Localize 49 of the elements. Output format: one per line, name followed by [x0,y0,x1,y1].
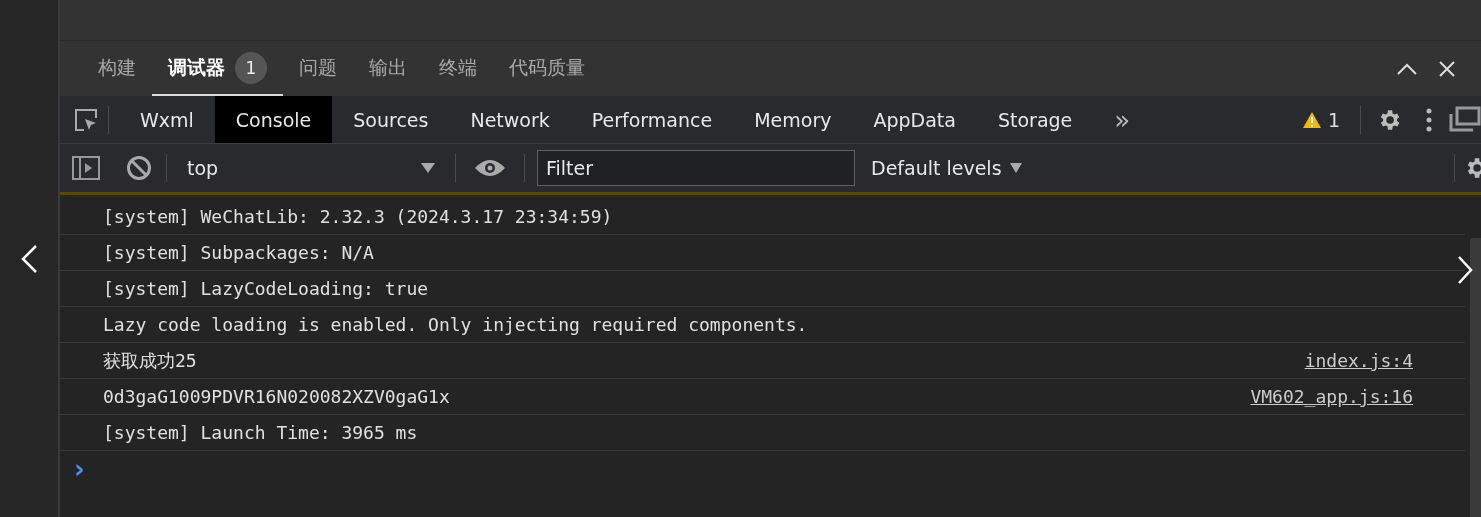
prompt-icon[interactable]: › [74,454,85,484]
devtools-tab[interactable]: Memory [733,96,853,143]
clear-console-icon[interactable] [126,155,152,181]
tab-label: 构建 [98,54,136,80]
devtools-tab[interactable]: Console [214,96,333,143]
log-message: 获取成功25 [103,348,198,373]
panel-tab[interactable]: 终端 [423,41,493,96]
log-message: [system] WeChatLib: 2.32.3 (2024.3.17 23:34:59) [103,206,614,227]
context-select[interactable]: top [175,157,447,179]
panel-tab[interactable]: 输出 [353,41,423,96]
filter-field[interactable]: Filter [537,150,855,186]
source-link[interactable]: VM602_app.js:16 [1250,386,1413,407]
chevron-right-icon[interactable] [1457,255,1473,285]
log-message: [system] LazyCodeLoading: true [103,278,430,299]
log-message: Lazy code loading is enabled. Only injecting required components. [103,314,809,335]
devtools-tab[interactable]: Sources [332,96,450,143]
devtools-tab[interactable]: Performance [570,96,734,143]
caret-icon [421,163,435,173]
more-tabs-button[interactable]: » [1093,96,1152,143]
caret-icon [1009,163,1022,173]
source-link[interactable]: index.js:4 [1304,350,1413,371]
tab-label: 输出 [369,54,407,80]
panel-tab[interactable]: 构建 [82,41,152,96]
devtools-tab[interactable]: Network [449,96,571,143]
warning-counter[interactable]: 1 [1289,108,1352,131]
more-options-icon[interactable] [1426,107,1432,132]
tab-label: 终端 [439,54,477,80]
undock-icon[interactable] [1449,105,1481,134]
devtools-tab[interactable]: AppData [852,96,977,143]
close-icon [1438,59,1456,78]
panel-tab[interactable]: 代码质量 [493,41,601,96]
tab-label: 调试器 [168,54,225,80]
tab-label: 问题 [299,54,337,80]
devtools-tab[interactable]: Wxml [119,96,215,143]
panel-tab[interactable]: 问题 [283,41,353,96]
scrollbar[interactable] [1470,238,1481,517]
chevron-up-icon [1396,61,1418,76]
tab-label: 代码质量 [509,54,585,80]
log-message: [system] Launch Time: 3965 ms [103,422,419,443]
count-badge: 1 [235,51,267,84]
eye-icon[interactable] [474,158,506,178]
warning-icon [1301,110,1322,129]
warning-count: 1 [1327,108,1340,131]
log-message: [system] Subpackages: N/A [103,242,375,263]
log-message: 0d3gaG1009PDVR16N020082XZV0gaG1x [103,386,451,407]
devtools-tab[interactable]: Storage [976,96,1094,143]
levels-dropdown[interactable]: Default levels [871,157,1022,179]
sidebar-toggle-icon[interactable] [72,156,100,180]
chevron-left-icon[interactable] [20,243,38,274]
